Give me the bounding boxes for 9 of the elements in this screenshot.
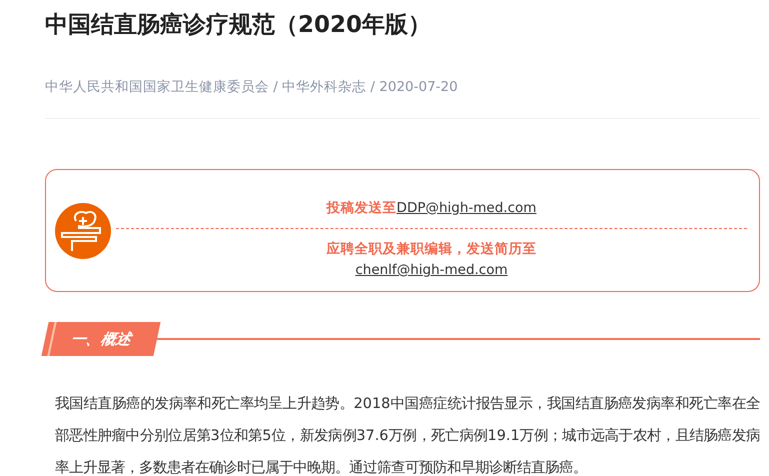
- submission-label: 投稿发送至: [326, 198, 397, 218]
- email-link[interactable]: DDP@high-med.com: [396, 198, 536, 218]
- logo-icon: [54, 202, 112, 260]
- email-link[interactable]: chenlf@high-med.com: [355, 260, 508, 281]
- article-title: 中国结直肠癌诊疗规范（2020年版）: [45, 11, 432, 40]
- paragraph: 我国结直肠癌的发病率和死亡率均呈上升趋势。2018中国癌症统计报告显示，我国结直肠癌发病率和死亡率在全部恶性肿瘤中分别位居第3位和第5位，新发病例37.6万例，死亡病例19.1万例；城市远高于农村，且结肠癌发病率上升显著，多数患者在确诊时已属于中晚期。通过筛查可预防和早期诊断结直肠癌。: [55, 394, 760, 476]
- recruitment-label: 应聘全职及兼职编辑，发送简历至: [326, 240, 536, 259]
- article-meta: 中华人民共和国国家卫生健康委员会 / 中华外科杂志 / 2020-07-20: [45, 79, 458, 95]
- section-heading: 一、概述: [49, 322, 161, 356]
